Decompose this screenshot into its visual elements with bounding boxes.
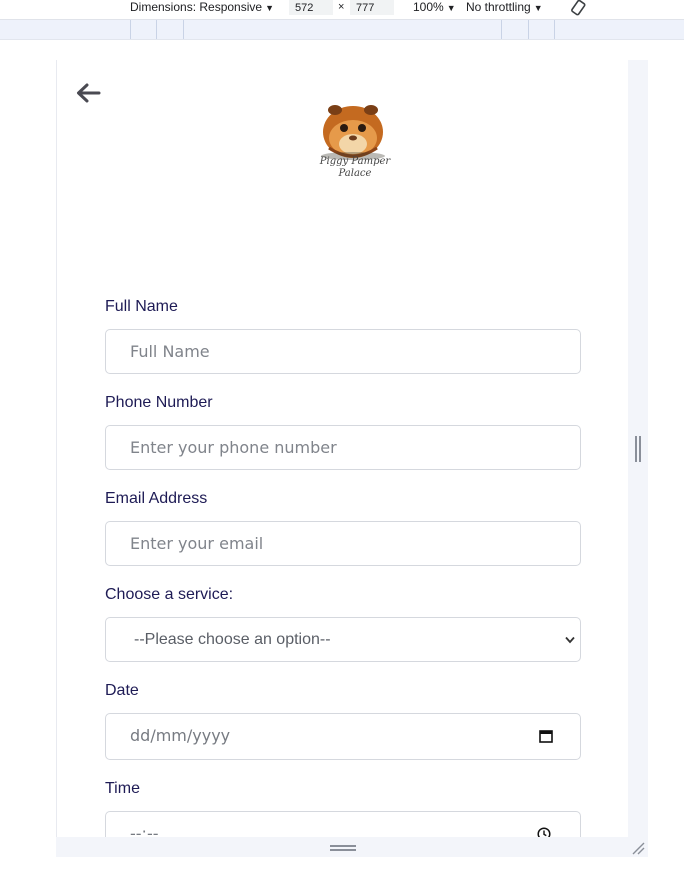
resize-handle-right[interactable] <box>635 436 641 462</box>
full-name-label: Full Name <box>105 298 178 315</box>
media-query-ruler <box>0 20 684 40</box>
zoom-dropdown[interactable]: 100% ▼ <box>413 0 456 16</box>
email-input[interactable] <box>105 521 581 566</box>
email-address-label: Email Address <box>105 490 208 507</box>
time-input[interactable]: --:-- <box>105 811 581 837</box>
clock-icon[interactable] <box>537 827 551 837</box>
date-input[interactable]: dd/mm/yyyy <box>105 713 581 760</box>
chevron-down-icon <box>565 636 575 644</box>
resize-corner-icon[interactable] <box>631 841 645 855</box>
zoom-label: 100% <box>413 0 444 14</box>
height-input[interactable]: 777 <box>350 0 394 15</box>
times-sign: × <box>338 1 345 13</box>
back-arrow-icon[interactable] <box>75 82 101 104</box>
devtools-device-toolbar: Dimensions: Responsive ▼ 572 × 777 100% ▼ … <box>0 0 684 20</box>
throttling-dropdown[interactable]: No throttling ▼ <box>466 0 543 16</box>
full-name-input[interactable] <box>105 329 581 374</box>
resize-handle-bottom[interactable] <box>330 845 356 851</box>
caret-down-icon: ▼ <box>446 3 456 13</box>
dimensions-dropdown[interactable]: Dimensions: Responsive ▼ <box>130 0 274 16</box>
dimensions-label: Dimensions: Responsive <box>130 0 263 14</box>
service-label: Choose a service: <box>105 586 234 603</box>
rotate-icon[interactable] <box>570 0 588 16</box>
width-input[interactable]: 572 <box>289 0 333 15</box>
device-viewport: Piggy Pamper Palace Full Name Phone Numb… <box>56 60 628 837</box>
time-label: Time <box>105 780 140 797</box>
logo-text-line2: Palace <box>338 168 372 179</box>
caret-down-icon: ▼ <box>265 3 274 13</box>
logo-text-line1: Piggy Pamper <box>319 156 391 167</box>
date-label: Date <box>105 682 139 699</box>
service-select[interactable]: --Please choose an option-- <box>105 617 581 662</box>
phone-number-input[interactable] <box>105 425 581 470</box>
logo: Piggy Pamper Palace <box>315 98 395 190</box>
caret-down-icon: ▼ <box>533 3 543 13</box>
calendar-icon[interactable] <box>539 729 553 743</box>
phone-number-label: Phone Number <box>105 394 213 411</box>
throttling-label: No throttling <box>466 0 531 14</box>
